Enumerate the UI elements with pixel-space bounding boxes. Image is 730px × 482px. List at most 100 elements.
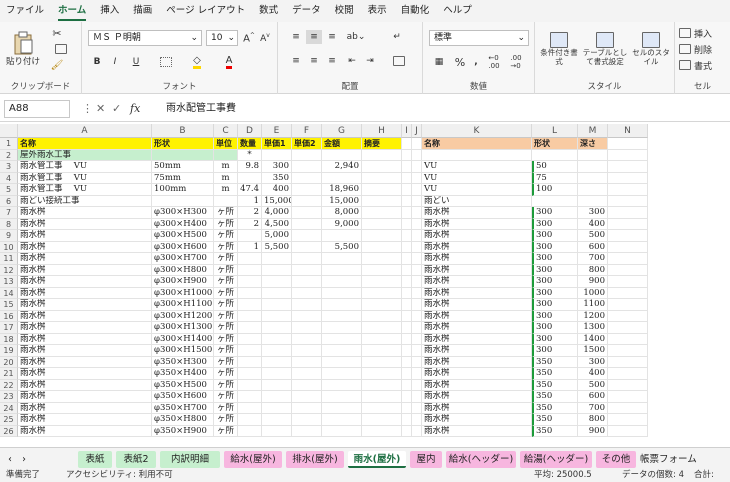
cell[interactable] (322, 172, 362, 184)
border-button[interactable] (154, 54, 178, 70)
cell[interactable] (262, 379, 292, 391)
cell[interactable]: 雨水桝 (422, 425, 532, 437)
cell[interactable] (292, 195, 322, 207)
cell[interactable]: 9,000 (322, 218, 362, 230)
menu-tab-9[interactable]: 自動化 (401, 0, 430, 22)
cell[interactable] (608, 322, 648, 334)
cell[interactable] (362, 172, 402, 184)
cell[interactable]: ヶ所 (214, 310, 238, 322)
cell[interactable] (362, 276, 402, 288)
cell[interactable]: 1200 (578, 310, 608, 322)
cell[interactable] (608, 402, 648, 414)
cell[interactable]: 100mm (152, 184, 214, 196)
conditional-format-button[interactable]: 条件付き書式 (539, 26, 579, 72)
cell[interactable] (292, 310, 322, 322)
cell[interactable]: 雨水桝 (18, 218, 152, 230)
cell[interactable] (262, 402, 292, 414)
cancel-icon[interactable]: ✕ (96, 100, 105, 118)
cell[interactable]: 雨水桝 (18, 264, 152, 276)
cell[interactable]: 300 (532, 299, 578, 311)
cell[interactable]: 300 (532, 253, 578, 265)
cell[interactable] (322, 230, 362, 242)
cell[interactable]: ヶ所 (214, 230, 238, 242)
cell[interactable]: φ350×H400 (152, 368, 214, 380)
cell[interactable]: 300 (532, 218, 578, 230)
merge-center-button[interactable] (388, 54, 410, 68)
cell[interactable] (608, 218, 648, 230)
menu-tab-10[interactable]: ヘルプ (443, 0, 472, 22)
cell[interactable] (322, 379, 362, 391)
cell[interactable]: φ350×H300 (152, 356, 214, 368)
cell[interactable]: 800 (578, 414, 608, 426)
cell[interactable] (322, 299, 362, 311)
cell[interactable]: 雨水桝 (422, 299, 532, 311)
row-header[interactable]: 1 (0, 138, 18, 150)
cell[interactable] (292, 379, 322, 391)
cell[interactable]: 600 (578, 391, 608, 403)
cell[interactable] (292, 149, 322, 161)
cell[interactable] (412, 172, 422, 184)
cell[interactable]: 350 (262, 172, 292, 184)
cell[interactable]: ヶ所 (214, 241, 238, 253)
cell[interactable] (412, 345, 422, 357)
cell[interactable]: ヶ所 (214, 207, 238, 219)
cell[interactable]: 雨水桝 (18, 379, 152, 391)
cell[interactable]: ヶ所 (214, 402, 238, 414)
cell[interactable] (238, 368, 262, 380)
cell[interactable]: φ300×H500 (152, 230, 214, 242)
cell[interactable]: 800 (578, 264, 608, 276)
cell[interactable]: φ300×H1000 (152, 287, 214, 299)
cell[interactable] (402, 322, 412, 334)
cell[interactable] (362, 230, 402, 242)
copy-button[interactable] (48, 42, 74, 56)
cell[interactable] (608, 264, 648, 276)
cell[interactable]: 50mm (152, 161, 214, 173)
cell[interactable] (608, 253, 648, 265)
cell[interactable] (292, 172, 322, 184)
cell[interactable] (402, 310, 412, 322)
cell[interactable] (362, 184, 402, 196)
cell[interactable]: ヶ所 (214, 218, 238, 230)
cell[interactable]: 雨水桝 (18, 402, 152, 414)
cell[interactable] (238, 276, 262, 288)
cell[interactable] (238, 253, 262, 265)
cell[interactable] (362, 253, 402, 265)
row-header[interactable]: 8 (0, 218, 18, 230)
cell[interactable] (402, 230, 412, 242)
cell[interactable] (402, 379, 412, 391)
cell[interactable] (238, 425, 262, 437)
cell[interactable]: φ300×H1100 (152, 299, 214, 311)
cell[interactable]: VU (422, 161, 532, 173)
cell[interactable] (292, 264, 322, 276)
cell[interactable]: 雨水桝 (18, 253, 152, 265)
cell[interactable] (412, 195, 422, 207)
cell[interactable] (238, 402, 262, 414)
menu-tab-6[interactable]: データ (292, 0, 321, 22)
cell[interactable]: ヶ所 (214, 379, 238, 391)
column-header-B[interactable]: B (152, 124, 214, 138)
cell[interactable]: 300 (532, 322, 578, 334)
cell[interactable]: 雨水桝 (422, 287, 532, 299)
cell[interactable]: 100 (532, 184, 578, 196)
cell[interactable] (292, 356, 322, 368)
cell[interactable]: 500 (578, 230, 608, 242)
cell[interactable] (262, 368, 292, 380)
font-color-button[interactable]: A (216, 54, 242, 70)
cell[interactable]: 雨水桝 (422, 253, 532, 265)
cell[interactable]: 雨水管工事 VU (18, 161, 152, 173)
cell[interactable] (608, 391, 648, 403)
cell[interactable]: 350 (532, 402, 578, 414)
cell[interactable]: φ300×H800 (152, 264, 214, 276)
cell[interactable]: φ350×H700 (152, 402, 214, 414)
cell[interactable]: 雨水桝 (422, 333, 532, 345)
cell[interactable]: 雨水桝 (422, 310, 532, 322)
cell[interactable] (402, 184, 412, 196)
cell[interactable] (292, 241, 322, 253)
cell[interactable] (238, 310, 262, 322)
cell[interactable]: 雨水桝 (422, 264, 532, 276)
cell[interactable] (292, 368, 322, 380)
cell[interactable]: ヶ所 (214, 299, 238, 311)
cell[interactable] (362, 149, 402, 161)
cell[interactable]: 300 (532, 333, 578, 345)
row-header[interactable]: 3 (0, 161, 18, 173)
